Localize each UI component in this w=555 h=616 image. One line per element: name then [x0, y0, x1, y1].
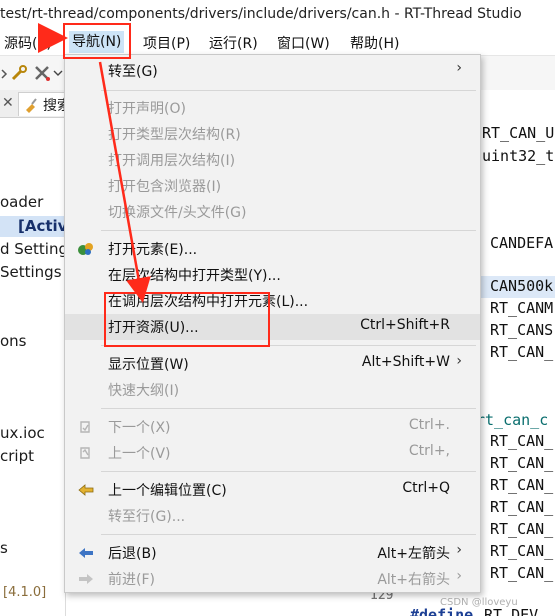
shortcut-show-in: Alt+Shift+W [361, 354, 450, 370]
menu-separator [101, 230, 476, 231]
code-line: RT_CAN_ [490, 476, 554, 494]
submenu-arrow-icon: › [456, 542, 462, 558]
menu-item-last-edit-location[interactable]: 上一个编辑位置(C) Ctrl+Q [65, 477, 480, 503]
annotation-box-open-resource [104, 292, 270, 347]
code-line: RT_CAN_ [490, 542, 554, 560]
code-line: RT_CAN_ [490, 564, 554, 582]
code-line: RT_CANS [490, 321, 554, 339]
menu-separator [101, 90, 476, 91]
menu-item-back[interactable]: 后退(B) Alt+左箭头 › [65, 540, 480, 566]
watermark: CSDN @lloveyu [440, 597, 518, 608]
tree-item[interactable]: ux.ioc [0, 424, 45, 442]
code-line: CANDEFA [490, 234, 554, 252]
tree-item-active[interactable]: [Activ [18, 217, 67, 235]
menu-run[interactable]: 运行(R) [209, 33, 258, 53]
tree-item[interactable]: s [0, 539, 8, 557]
wrench-icon[interactable] [10, 64, 30, 82]
menu-separator [101, 408, 476, 409]
menu-item-goto-line[interactable]: 转至行(G)... [65, 503, 480, 529]
project-explorer: ✕ 搜索 oader [Activ d Setting Settings ons… [0, 90, 71, 616]
tree-item[interactable]: ons [0, 332, 27, 350]
menu-help[interactable]: 帮助(H) [350, 33, 399, 53]
menu-source[interactable]: 源码(S) [4, 33, 52, 53]
menu-item-open-type-in-hierarchy[interactable]: 在层次结构中打开类型(Y)... [65, 262, 480, 288]
menu-item-toggle-source-header[interactable]: 切换源文件/头文件(G) [65, 199, 480, 225]
code-line: RT_CAN_ [490, 520, 554, 538]
close-tab-icon[interactable]: ✕ [2, 95, 14, 111]
menu-item-open-call-hierarchy[interactable]: 打开调用层次结构(I) [65, 147, 480, 173]
tree-item[interactable]: cript [0, 447, 34, 465]
code-line: RT_CANM [490, 299, 554, 317]
code-line: RT_CAN_U [482, 124, 555, 142]
code-line: uint32_t [482, 147, 555, 165]
menu-item-open-element[interactable]: 打开元素(E)... [65, 236, 480, 262]
submenu-arrow-icon: › [456, 568, 462, 584]
menu-item-goto[interactable]: 转至(G) › [65, 58, 480, 84]
submenu-arrow-icon: › [456, 353, 462, 369]
shortcut-forward: Alt+右箭头 [377, 572, 450, 588]
window-title: test/rt-thread/components/drivers/includ… [0, 6, 522, 22]
code-line: RT_CAN_ [490, 432, 554, 450]
submenu-arrow-icon: › [456, 60, 462, 76]
tree-item[interactable]: Settings [0, 263, 62, 281]
open-element-icon [77, 241, 95, 257]
code-line: CAN500k [490, 277, 554, 295]
menu-separator [101, 534, 476, 535]
search-view-icon [26, 98, 37, 113]
menu-item-quick-outline[interactable]: 快速大纲(I) [65, 377, 480, 403]
tools-icon[interactable] [33, 64, 53, 82]
view-tab-strip: ✕ 搜索 [0, 90, 71, 118]
menu-project[interactable]: 项目(P) [143, 33, 190, 53]
code-line: RT_CAN_ [490, 343, 554, 361]
shortcut-next: Ctrl+. [408, 417, 450, 433]
menu-window[interactable]: 窗口(W) [277, 33, 330, 53]
previous-annotation-icon [77, 445, 95, 461]
next-annotation-icon [77, 419, 95, 435]
menu-item-previous[interactable]: 上一个(V) Ctrl+, [65, 440, 480, 466]
version-label: [4.1.0] [3, 585, 47, 600]
menu-item-open-type-hierarchy[interactable]: 打开类型层次结构(R) [65, 121, 480, 147]
tree-item[interactable]: oader [0, 193, 43, 211]
annotation-box-navigate [63, 23, 131, 59]
menu-item-open-include-browser[interactable]: 打开包含浏览器(I) [65, 173, 480, 199]
shortcut-previous: Ctrl+, [408, 443, 450, 459]
menu-item-forward[interactable]: 前进(F) Alt+右箭头 › [65, 566, 480, 592]
code-editor[interactable]: RT_CAN_U uint32_t CANDEFA CAN500k RT_CAN… [370, 90, 555, 616]
code-line: rt_can_c [476, 411, 549, 429]
tree-item[interactable]: d Setting [0, 240, 68, 258]
menu-separator [101, 471, 476, 472]
menu-item-next[interactable]: 下一个(X) Ctrl+. [65, 414, 480, 440]
shortcut-back: Alt+左箭头 [377, 546, 450, 562]
code-line: RT_CAN_ [490, 498, 554, 516]
tab-search[interactable]: 搜索 [18, 92, 71, 116]
forward-arrow-icon [77, 571, 95, 587]
shortcut-last-edit: Ctrl+Q [402, 480, 450, 496]
back-arrow-icon [77, 545, 95, 561]
menu-item-show-in[interactable]: 显示位置(W) Alt+Shift+W › [65, 351, 480, 377]
code-line: RT_CAN_ [490, 454, 554, 472]
shortcut-open-resource: Ctrl+Shift+R [360, 317, 450, 333]
last-edit-icon [77, 482, 95, 498]
menu-item-open-declaration[interactable]: 打开声明(O) [65, 95, 480, 121]
